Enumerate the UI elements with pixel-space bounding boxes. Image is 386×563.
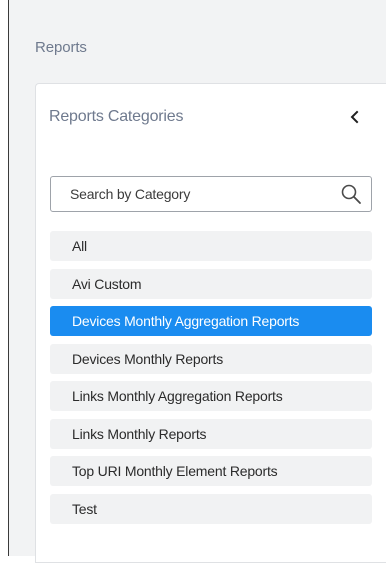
category-item-devices-monthly-aggregation-reports[interactable]: Devices Monthly Aggregation Reports: [50, 306, 372, 336]
search-icon[interactable]: [340, 183, 362, 205]
chevron-left-icon: [350, 110, 359, 124]
category-item-top-uri-monthly-element-reports[interactable]: Top URI Monthly Element Reports: [50, 456, 372, 486]
category-search-input[interactable]: [51, 177, 331, 211]
collapse-panel-button[interactable]: [345, 105, 365, 129]
category-item-avi-custom[interactable]: Avi Custom: [50, 268, 372, 299]
category-item-test[interactable]: Test: [50, 493, 372, 524]
category-item-links-monthly-aggregation-reports[interactable]: Links Monthly Aggregation Reports: [50, 381, 372, 411]
reports-categories-panel: Reports Categories All Avi Custom Device…: [35, 83, 386, 563]
category-item-devices-monthly-reports[interactable]: Devices Monthly Reports: [50, 343, 372, 374]
category-list: All Avi Custom Devices Monthly Aggregati…: [50, 231, 372, 531]
page-title: Reports: [35, 39, 87, 56]
panel-title: Reports Categories: [49, 108, 184, 125]
category-search-box: [50, 176, 372, 212]
category-item-links-monthly-reports[interactable]: Links Monthly Reports: [50, 418, 372, 449]
category-item-all[interactable]: All: [50, 231, 372, 261]
reports-frame: Reports Reports Categories All Avi Custo…: [8, 0, 386, 563]
